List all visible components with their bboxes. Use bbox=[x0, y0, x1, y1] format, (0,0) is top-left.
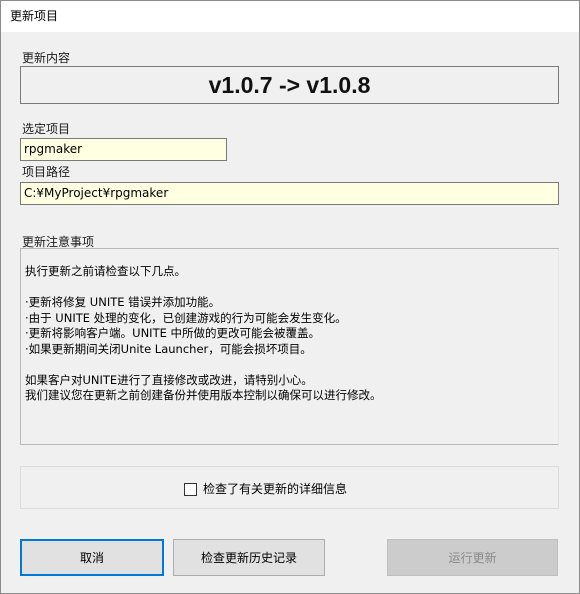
notes-line: ·更新将修复 UNITE 错误并添加功能。 bbox=[25, 295, 221, 309]
check-history-button[interactable]: 检查更新历史记录 bbox=[173, 539, 325, 576]
run-update-button[interactable]: 运行更新 bbox=[387, 539, 558, 576]
version-display: v1.0.7 -> v1.0.8 bbox=[20, 66, 559, 104]
notes-line: ·由于 UNITE 处理的变化，已创建游戏的行为可能会发生变化。 bbox=[25, 310, 347, 325]
notes-line: ·更新将影响客户端。UNITE 中所做的更改可能会被覆盖。 bbox=[25, 326, 321, 340]
confirm-checkbox[interactable] bbox=[184, 483, 197, 496]
notes-line bbox=[25, 357, 558, 373]
update-notes-text[interactable]: 执行更新之前请检查以下几点。 ·更新将修复 UNITE 错误并添加功能。 ·由于… bbox=[20, 249, 559, 445]
notes-line: 执行更新之前请检查以下几点。 bbox=[25, 264, 186, 278]
selected-project-field[interactable]: rpgmaker bbox=[20, 138, 227, 161]
version-text: v1.0.7 -> v1.0.8 bbox=[208, 71, 371, 98]
title-bar[interactable]: 更新项目 bbox=[1, 1, 579, 32]
update-project-dialog: 更新项目 更新内容 v1.0.7 -> v1.0.8 选定项目 rpgmaker… bbox=[0, 0, 580, 594]
notes-line: ·如果更新期间关闭Unite Launcher，可能会损坏项目。 bbox=[25, 341, 312, 356]
update-notes-label: 更新注意事项 bbox=[22, 235, 95, 249]
confirm-checkbox-label[interactable]: 检查了有关更新的详细信息 bbox=[203, 482, 347, 496]
update-content-label: 更新内容 bbox=[22, 51, 71, 65]
confirm-group: 检查了有关更新的详细信息 bbox=[20, 466, 559, 509]
project-path-field[interactable]: C:¥MyProject¥rpgmaker bbox=[20, 182, 559, 205]
selected-project-label: 选定项目 bbox=[22, 122, 71, 136]
window-title: 更新项目 bbox=[10, 9, 59, 23]
notes-line: 如果客户对UNITE进行了直接修改或改进，请特别小心。 bbox=[25, 372, 313, 387]
notes-line: 我们建议您在更新之前创建备份并使用版本控制以确保可以进行修改。 bbox=[25, 388, 382, 402]
notes-line bbox=[25, 280, 558, 296]
cancel-button[interactable]: 取消 bbox=[20, 539, 164, 576]
project-path-label: 项目路径 bbox=[22, 165, 71, 179]
